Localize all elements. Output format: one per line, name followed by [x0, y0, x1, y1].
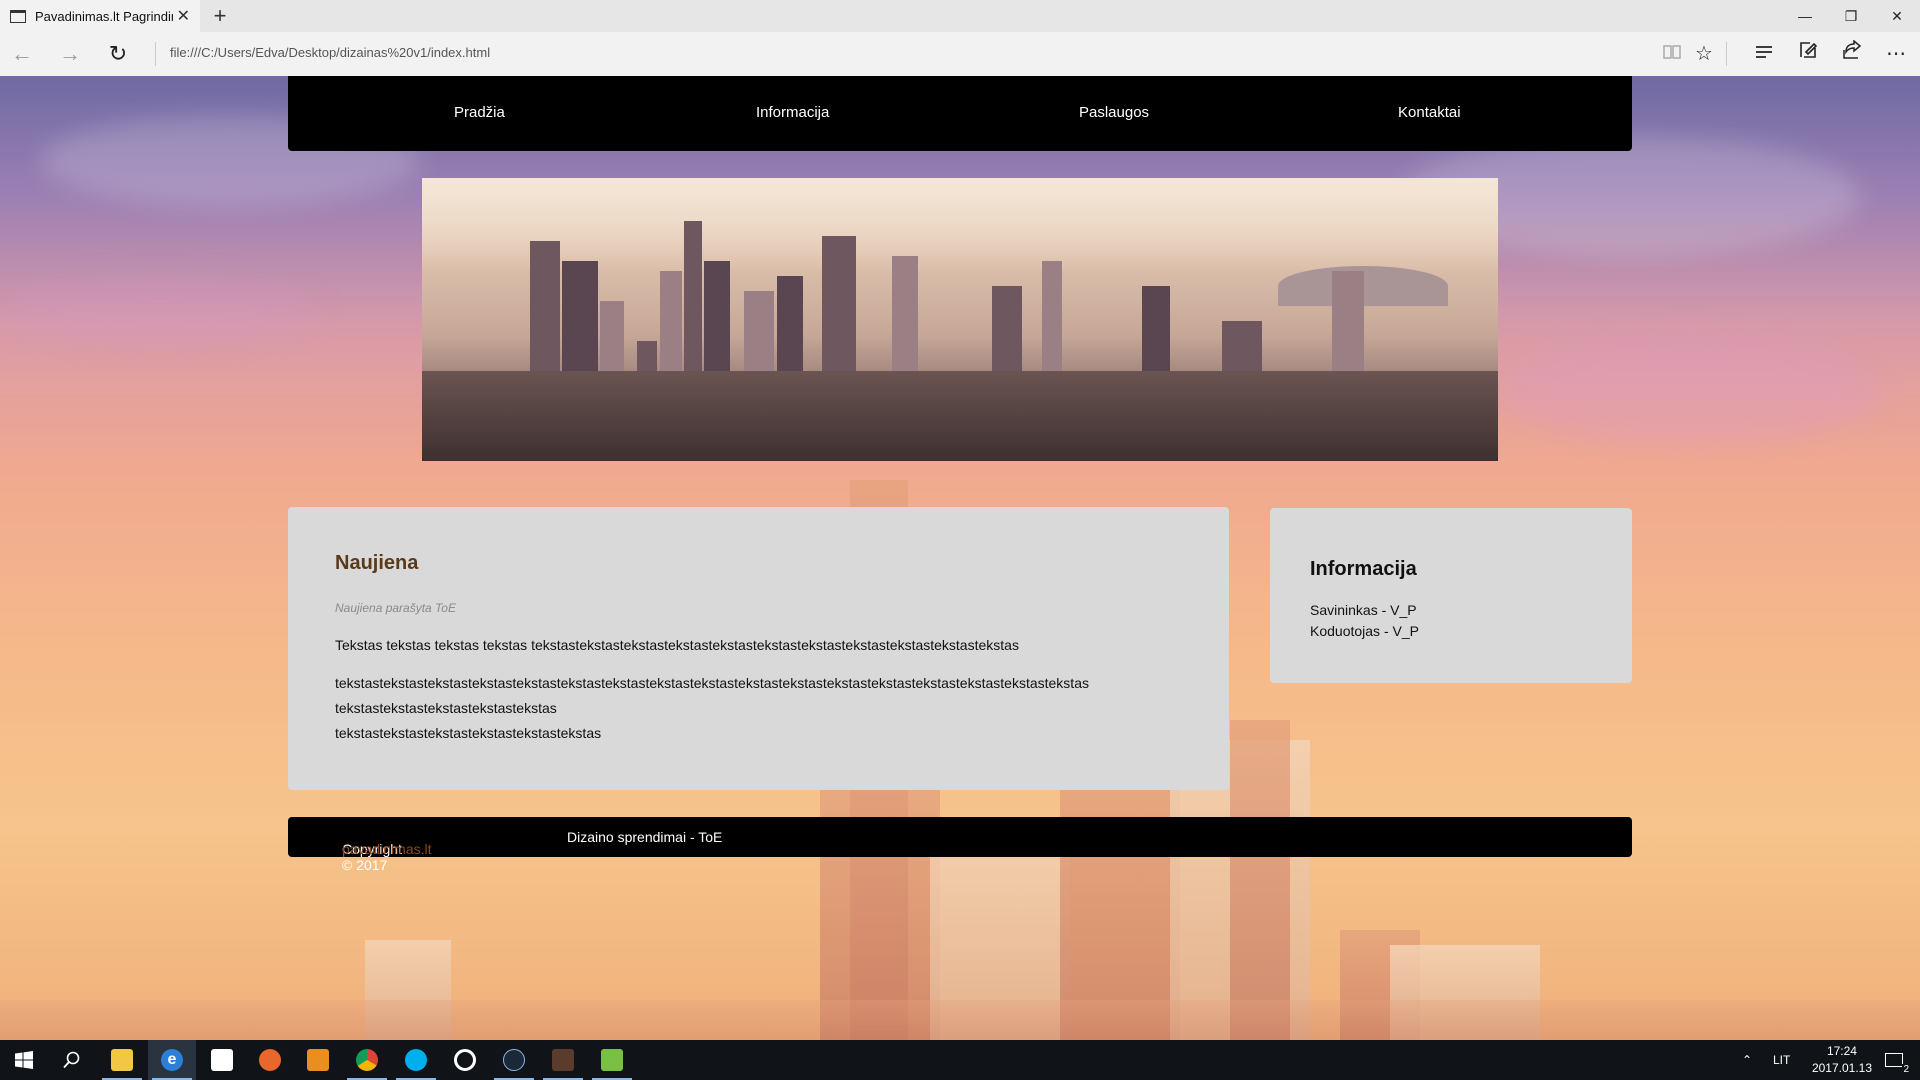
- store-icon[interactable]: [198, 1040, 246, 1080]
- owner-line: Savininkas - V_P: [1310, 602, 1417, 618]
- clock[interactable]: 17:24 2017.01.13: [1812, 1043, 1872, 1077]
- clock-time: 17:24: [1826, 1044, 1857, 1058]
- design-credit: Dizaino sprendimai - ToE: [567, 829, 723, 845]
- nav-link-pradzia[interactable]: Pradžia: [454, 104, 505, 121]
- nav-link-paslaugos[interactable]: Paslaugos: [1079, 104, 1149, 121]
- url-field[interactable]: file:///C:/Users/Edva/Desktop/dizainas%2…: [170, 45, 490, 60]
- cloud: [0, 276, 320, 346]
- game-icon[interactable]: [539, 1040, 587, 1080]
- notepad-icon[interactable]: [588, 1040, 636, 1080]
- news-paragraph: tekstastekstastekstastekstastekstastekst…: [335, 675, 1089, 691]
- skype-icon[interactable]: [392, 1040, 440, 1080]
- coder-line: Koduotojas - V_P: [1310, 623, 1419, 639]
- close-window-button[interactable]: ✕: [1874, 0, 1920, 32]
- news-paragraph: tekstastekstastekstastekstastekstastekst…: [335, 725, 602, 741]
- background-ground: [0, 1000, 1920, 1040]
- maximize-button[interactable]: ❐: [1828, 0, 1874, 32]
- forward-icon[interactable]: →: [54, 38, 86, 70]
- url-separator: [155, 42, 156, 66]
- news-author: Naujiena parašyta ToE: [335, 601, 456, 615]
- browser-tab-strip: Pavadinimas.lt Pagrindinis ✕ + — ❐ ✕: [0, 0, 1920, 32]
- toolbar-separator: [1726, 42, 1727, 66]
- news-title: Naujiena: [335, 552, 419, 574]
- tab-close-button[interactable]: ✕: [177, 6, 190, 26]
- more-icon[interactable]: ⋯: [1880, 38, 1912, 70]
- tray-expand-icon[interactable]: ⌃: [1742, 1040, 1752, 1080]
- reading-view-icon[interactable]: [1656, 38, 1688, 70]
- edge-icon[interactable]: e: [148, 1040, 196, 1080]
- refresh-icon[interactable]: ↻: [102, 38, 134, 70]
- windows-start-icon[interactable]: [0, 1040, 48, 1080]
- back-icon[interactable]: ←: [6, 38, 38, 70]
- new-tab-button[interactable]: +: [206, 2, 234, 30]
- news-card: Naujiena Naujiena parašyta ToE Tekstas t…: [288, 507, 1229, 790]
- info-title: Informacija: [1310, 558, 1417, 580]
- address-bar: ← → ↻ file:///C:/Users/Edva/Desktop/diza…: [0, 32, 1920, 76]
- file-explorer-icon[interactable]: [98, 1040, 146, 1080]
- page-viewport: Pradžia Informacija Paslaugos Kontaktai …: [0, 76, 1920, 1040]
- banner-ground: [422, 371, 1498, 461]
- site-link[interactable]: pavadinimas.lt: [342, 841, 432, 857]
- nav-link-kontaktai[interactable]: Kontaktai: [1398, 104, 1461, 121]
- cloud: [1500, 336, 1880, 446]
- chrome-icon[interactable]: [343, 1040, 391, 1080]
- tab-title: Pavadinimas.lt Pagrindinis: [35, 8, 173, 24]
- clock-date: 2017.01.13: [1811, 1061, 1872, 1075]
- info-card: Informacija Savininkas - V_P Koduotojas …: [1270, 508, 1632, 683]
- browser-tab[interactable]: Pavadinimas.lt Pagrindinis ✕: [0, 0, 200, 32]
- news-paragraph: tekstastekstastekstastekstastekstas: [335, 700, 557, 716]
- firefox-icon[interactable]: [246, 1040, 294, 1080]
- input-language[interactable]: LIT: [1773, 1040, 1790, 1080]
- background-tower: [1230, 720, 1290, 1040]
- groove-icon[interactable]: [441, 1040, 489, 1080]
- notification-center-icon[interactable]: 2: [1880, 1040, 1910, 1080]
- web-note-icon[interactable]: [1792, 38, 1824, 70]
- nav-link-informacija[interactable]: Informacija: [756, 104, 829, 121]
- windows-taskbar: e ⌃ LIT 17:24 2017.01.13 2: [0, 1040, 1920, 1080]
- media-player-icon[interactable]: [294, 1040, 342, 1080]
- hub-icon[interactable]: [1748, 38, 1780, 70]
- site-nav: Pradžia Informacija Paslaugos Kontaktai: [288, 76, 1632, 151]
- notification-count: 2: [1902, 1064, 1910, 1075]
- city-banner-image: [422, 178, 1498, 461]
- search-icon[interactable]: [48, 1040, 96, 1080]
- minimize-button[interactable]: —: [1782, 0, 1828, 32]
- banner-haze: [422, 178, 1498, 273]
- news-paragraph: Tekstas tekstas tekstas tekstas tekstast…: [335, 637, 1019, 653]
- background-tower: [1060, 760, 1180, 1040]
- site-footer: Copyright © 2017 pavadinimas.lt Dizaino …: [288, 817, 1632, 873]
- steam-icon[interactable]: [490, 1040, 538, 1080]
- favorite-star-icon[interactable]: ☆: [1688, 38, 1720, 70]
- page-icon: [10, 9, 26, 23]
- share-icon[interactable]: [1836, 38, 1868, 70]
